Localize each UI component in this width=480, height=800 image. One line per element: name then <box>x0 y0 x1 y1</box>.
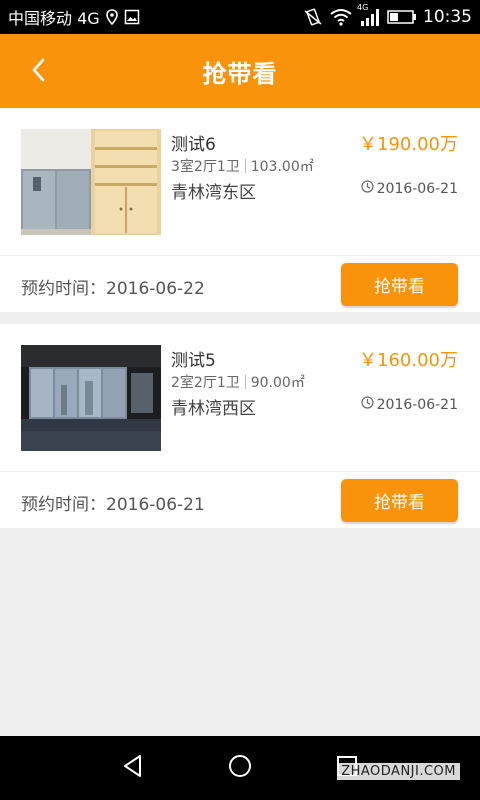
listing-district: 青林湾西区 <box>171 399 256 419</box>
listing-layout-row: 3室2厅1卫 103.00㎡ <box>171 156 314 176</box>
clock-icon <box>361 396 374 413</box>
vibrate-icon <box>303 7 323 27</box>
location-icon <box>105 9 118 25</box>
listing-card: 测试5 ￥160.00万 2室2厅1卫 90.00㎡ 青林湾西区 2016-06… <box>0 324 480 528</box>
triangle-back-icon <box>120 753 146 783</box>
listing-card: 测试6 ￥190.00万 3室2厅1卫 103.00㎡ 青林湾东区 2016-0… <box>0 108 480 312</box>
appointment-time: 预约时间：2016-06-21 <box>21 495 205 515</box>
listing-date-row: 2016-06-21 <box>361 180 458 197</box>
wifi-icon <box>329 8 353 26</box>
listing-date-row: 2016-06-21 <box>361 396 458 413</box>
listing-price: ￥190.00万 <box>359 134 458 155</box>
listing-name: 测试6 <box>171 135 216 155</box>
divider <box>244 159 246 173</box>
listing-action-row: 预约时间：2016-06-22 抢带看 <box>0 256 480 312</box>
battery-icon <box>387 9 417 25</box>
clock: 10:35 <box>423 7 472 27</box>
app-bar: 抢带看 <box>0 34 480 108</box>
back-button[interactable] <box>22 56 54 88</box>
grab-viewing-button[interactable]: 抢带看 <box>341 479 458 522</box>
listing-action-row: 预约时间：2016-06-21 抢带看 <box>0 472 480 528</box>
listing-thumbnail <box>21 129 161 235</box>
image-icon <box>124 9 140 25</box>
listing-thumbnail <box>21 345 161 451</box>
listing-area: 90.00㎡ <box>250 375 305 391</box>
status-bar: 中国移动 4G 4G 10:35 <box>0 0 480 34</box>
listing-area: 103.00㎡ <box>250 159 314 175</box>
listing-price: ￥160.00万 <box>359 350 458 371</box>
nav-back-button[interactable] <box>113 748 153 788</box>
clock-icon <box>361 180 374 197</box>
listing-district: 青林湾东区 <box>171 183 256 203</box>
page-title: 抢带看 <box>202 59 278 88</box>
listing-list: 测试6 ￥190.00万 3室2厅1卫 103.00㎡ 青林湾东区 2016-0… <box>0 108 480 528</box>
nav-home-button[interactable] <box>220 748 260 788</box>
listing-name: 测试5 <box>171 351 216 371</box>
network-badge: 4G <box>357 3 369 12</box>
appointment-time: 预约时间：2016-06-22 <box>21 279 205 299</box>
watermark: ZHAODANJI.COM <box>337 763 460 780</box>
listing-info[interactable]: 测试5 ￥160.00万 2室2厅1卫 90.00㎡ 青林湾西区 2016-06… <box>0 324 480 472</box>
listing-date: 2016-06-21 <box>376 180 458 197</box>
listing-info[interactable]: 测试6 ￥190.00万 3室2厅1卫 103.00㎡ 青林湾东区 2016-0… <box>0 108 480 256</box>
divider <box>244 375 246 389</box>
circle-home-icon <box>227 753 253 783</box>
carrier-label: 中国移动 4G <box>8 9 100 28</box>
listing-layout-row: 2室2厅1卫 90.00㎡ <box>171 372 305 392</box>
signal-icon: 4G <box>357 3 381 27</box>
grab-viewing-button[interactable]: 抢带看 <box>341 263 458 306</box>
listing-layout: 2室2厅1卫 <box>171 375 240 391</box>
listing-date: 2016-06-21 <box>376 396 458 413</box>
chevron-left-icon <box>30 57 46 87</box>
listing-layout: 3室2厅1卫 <box>171 159 240 175</box>
